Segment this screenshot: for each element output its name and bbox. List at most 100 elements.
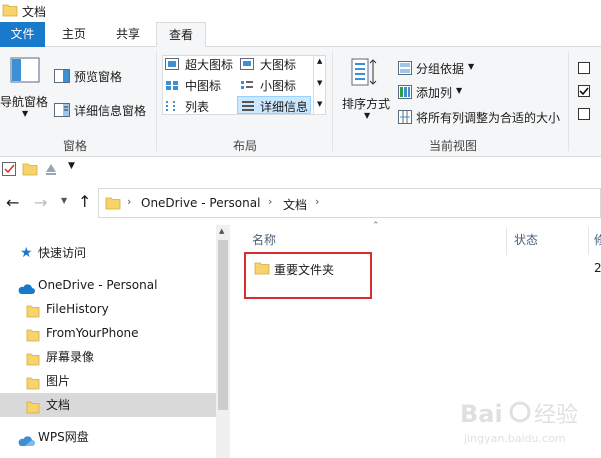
column-divider[interactable] [588, 227, 589, 255]
recent-locations-chevron-icon[interactable]: ▼ [61, 196, 67, 205]
nav-item-pictures[interactable]: 图片 [0, 369, 216, 393]
sort-icon [350, 57, 378, 90]
quick-access-toolbar: ▼ [0, 158, 601, 182]
breadcrumb-onedrive[interactable]: OneDrive - Personal [141, 196, 260, 210]
medium-icons-icon [165, 79, 179, 94]
size-columns-icon [398, 110, 412, 127]
preview-pane-icon [54, 69, 70, 86]
layout-gallery-scroll[interactable]: ▲ ▼ ▼ [313, 55, 326, 115]
nav-item-quick-access[interactable]: ★ 快速访问 [0, 241, 216, 265]
nav-item-documents[interactable]: 文档 [0, 393, 216, 417]
customize-toolbar-icon[interactable]: ▼ [68, 161, 75, 171]
list-icon [165, 100, 179, 115]
svg-text:经验: 经验 [534, 403, 578, 428]
ribbon-separator [568, 51, 569, 151]
details-label: 详细信息 [260, 100, 309, 114]
small-icons-icon [240, 79, 254, 94]
baidu-watermark: Bai 经验 jingyan.baidu.com [458, 394, 598, 454]
folder-icon [2, 3, 18, 20]
nav-item-label: FileHistory [46, 302, 109, 316]
tab-file[interactable]: 文件 [0, 22, 45, 47]
window-title: 文档 [22, 5, 47, 19]
small-icons-label: 小图标 [260, 79, 297, 93]
sort-ascending-icon: ⌃ [372, 221, 380, 231]
column-header-date-modified[interactable]: 修 [594, 231, 601, 248]
medium-icons-label: 中图标 [185, 79, 222, 93]
ribbon-separator [156, 51, 157, 151]
nav-item-label: 屏幕录像 [46, 350, 95, 364]
layout-group-label: 布局 [232, 139, 257, 153]
tab-home[interactable]: 主页 [52, 22, 96, 47]
sort-by-label: 排序方式 [342, 97, 391, 111]
address-bar[interactable]: › OneDrive - Personal › 文档 › [98, 188, 601, 218]
nav-item-label: 快速访问 [38, 246, 87, 260]
ribbon: 导航窗格 ▼ 预览窗格 详细信息窗格 窗格 超大图标 大图标 中图标 小图标 列… [0, 47, 601, 157]
nav-item-wps-cloud[interactable]: WPS网盘 [0, 425, 216, 449]
column-header-status[interactable]: 状态 [514, 231, 538, 248]
item-checkbox-toggle[interactable] [578, 62, 590, 74]
extra-large-icons-label: 超大图标 [185, 58, 234, 72]
details-pane-label: 详细信息窗格 [74, 104, 147, 118]
breadcrumb-chevron-icon[interactable]: › [268, 195, 272, 208]
file-extensions-toggle[interactable] [578, 85, 590, 97]
panes-group-label: 窗格 [62, 139, 87, 153]
svg-text:jingyan.baidu.com: jingyan.baidu.com [463, 432, 566, 445]
nav-item-label: WPS网盘 [38, 430, 89, 444]
size-all-columns-label: 将所有列调整为合适的大小 [416, 111, 561, 125]
scroll-down-icon: ▼ [317, 79, 323, 87]
nav-item-label: OneDrive - Personal [38, 278, 158, 292]
large-icons-label: 大图标 [260, 58, 297, 72]
current-view-group-label: 当前视图 [428, 139, 477, 153]
nav-item-label: 图片 [46, 374, 71, 388]
large-icons-icon [240, 58, 254, 73]
preview-pane-label: 预览窗格 [74, 70, 123, 84]
up-arrow-icon[interactable]: ↑ [78, 192, 91, 211]
extra-large-icons-icon [165, 58, 179, 73]
list-label: 列表 [185, 100, 210, 114]
hidden-items-toggle[interactable] [578, 108, 590, 120]
column-divider[interactable] [506, 227, 507, 255]
layout-details[interactable]: 详细信息 [237, 96, 311, 114]
chevron-down-icon: ▼ [22, 109, 29, 118]
nav-pane-label: 导航窗格 [0, 95, 49, 109]
add-column-label: 添加列 [416, 86, 453, 100]
group-by-icon [398, 61, 412, 78]
new-folder-icon[interactable] [22, 162, 38, 179]
nav-item-onedrive[interactable]: OneDrive - Personal [0, 273, 216, 297]
chevron-down-icon: ▼ [364, 111, 371, 120]
expand-gallery-icon: ▼ [317, 100, 323, 108]
nav-item-fromyourphone[interactable]: FromYourPhone [0, 321, 216, 345]
nav-item-label: FromYourPhone [46, 326, 139, 340]
navigation-bar: ← → ▼ ↑ › OneDrive - Personal › 文档 › [0, 186, 601, 220]
add-column-icon [398, 85, 412, 102]
title-bar: 文档 [0, 0, 601, 22]
nav-pane-icon [10, 57, 40, 86]
back-arrow-icon[interactable]: ← [6, 193, 19, 212]
nav-item-filehistory[interactable]: FileHistory [0, 297, 216, 321]
column-header-name[interactable]: 名称 [252, 231, 276, 248]
details-pane-icon [54, 103, 70, 120]
folder-icon [26, 398, 40, 422]
breadcrumb-chevron-icon[interactable]: › [127, 195, 131, 208]
tab-view[interactable]: 查看 [156, 22, 206, 48]
star-icon: ★ [20, 245, 33, 261]
nav-item-screen-recordings[interactable]: 屏幕录像 [0, 345, 216, 369]
scroll-up-icon[interactable]: ▲ [219, 227, 224, 235]
chevron-down-icon: ▼ [468, 62, 475, 71]
ribbon-tab-row: 文件 主页 共享 查看 [0, 22, 601, 48]
nav-pane-scroll-thumb[interactable] [218, 240, 228, 410]
properties-icon[interactable] [2, 162, 16, 179]
forward-arrow-icon[interactable]: → [34, 193, 47, 212]
breadcrumb-documents[interactable]: 文档 [283, 196, 307, 213]
nav-item-label: 文档 [46, 398, 71, 412]
highlight-box [244, 252, 372, 299]
chevron-down-icon: ▼ [456, 86, 463, 95]
folder-icon [105, 196, 121, 213]
group-by-label: 分组依据 [416, 62, 465, 76]
file-date-partial: 2 [594, 261, 601, 275]
tab-share[interactable]: 共享 [106, 22, 150, 47]
svg-text:Bai: Bai [460, 400, 503, 428]
navigation-pane: ★ 快速访问 OneDrive - Personal FileHistory F… [0, 225, 216, 458]
rename-icon[interactable] [44, 162, 58, 179]
breadcrumb-chevron-icon[interactable]: › [315, 195, 319, 208]
